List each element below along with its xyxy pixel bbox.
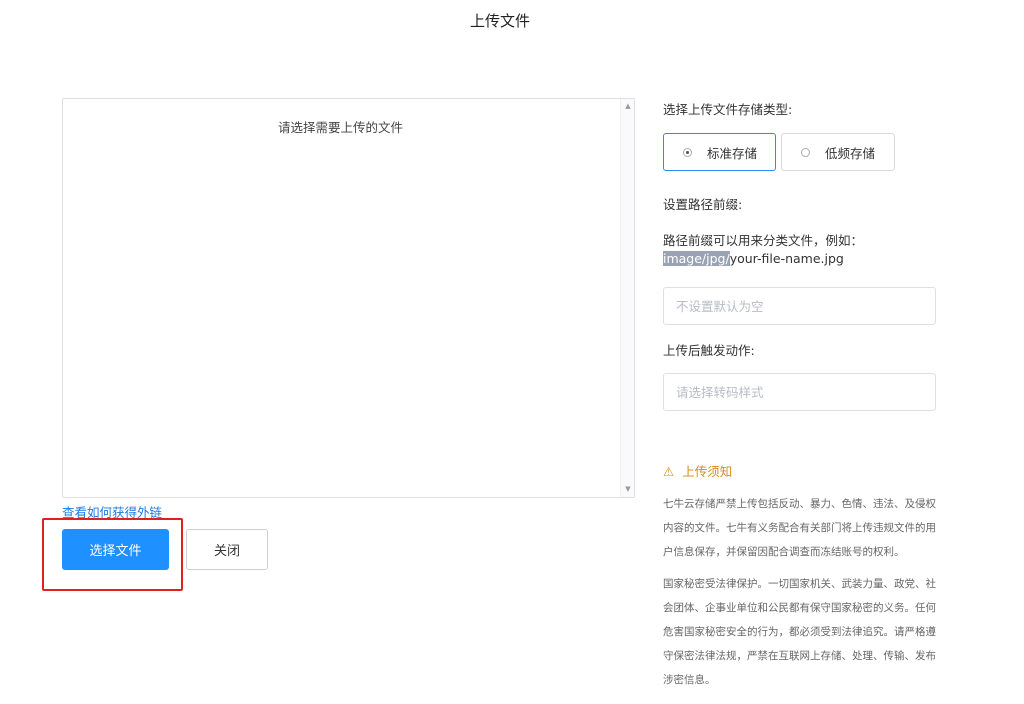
page-title: 上传文件 xyxy=(469,12,530,30)
scroll-up-icon[interactable]: ▲ xyxy=(621,102,635,110)
path-prefix-input[interactable] xyxy=(663,287,936,325)
path-prefix-example: image/jpg/your-file-name.jpg xyxy=(663,251,844,266)
notice-title: ⚠ 上传须知 xyxy=(663,461,732,480)
radio-checked-icon xyxy=(683,147,692,157)
file-list-area[interactable]: 请选择需要上传的文件 ▲ ▼ xyxy=(62,98,635,498)
radio-low-frequency-storage[interactable]: 低频存储 xyxy=(781,133,895,171)
path-prefix-example-rest: your-file-name.jpg xyxy=(729,251,844,266)
path-prefix-label: 设置路径前缀: xyxy=(663,197,743,212)
radio-unchecked-icon xyxy=(801,147,810,157)
path-prefix-hint: 路径前缀可以用来分类文件，例如： xyxy=(663,233,864,248)
trigger-action-label: 上传后触发动作: xyxy=(663,343,755,358)
close-button[interactable]: 关闭 xyxy=(186,529,268,570)
file-list-placeholder: 请选择需要上传的文件 xyxy=(277,120,403,135)
notice-paragraph-2: 国家秘密受法律保护。一切国家机关、武装力量、政党、社会团体、企事业单位和公民都有… xyxy=(663,578,936,686)
radio-standard-storage[interactable]: 标准存储 xyxy=(663,133,776,171)
radio-low-frequency-label: 低频存储 xyxy=(825,145,876,161)
notice-title-text: 上传须知 xyxy=(682,464,733,479)
file-list-scrollbar[interactable]: ▲ ▼ xyxy=(620,99,634,497)
transcode-style-select[interactable] xyxy=(663,373,936,411)
path-prefix-example-highlight: image/jpg/ xyxy=(663,251,730,266)
storage-type-label: 选择上传文件存储类型: xyxy=(663,102,793,117)
notice-paragraph-1: 七牛云存储严禁上传包括反动、暴力、色情、违法、及侵权内容的文件。七牛有义务配合有… xyxy=(663,498,936,558)
external-link-help[interactable]: 查看如何获得外链 xyxy=(62,502,162,521)
select-file-button[interactable]: 选择文件 xyxy=(62,529,169,570)
warning-icon: ⚠ xyxy=(663,464,675,479)
radio-standard-label: 标准存储 xyxy=(707,145,758,161)
scroll-down-icon[interactable]: ▼ xyxy=(621,485,635,493)
